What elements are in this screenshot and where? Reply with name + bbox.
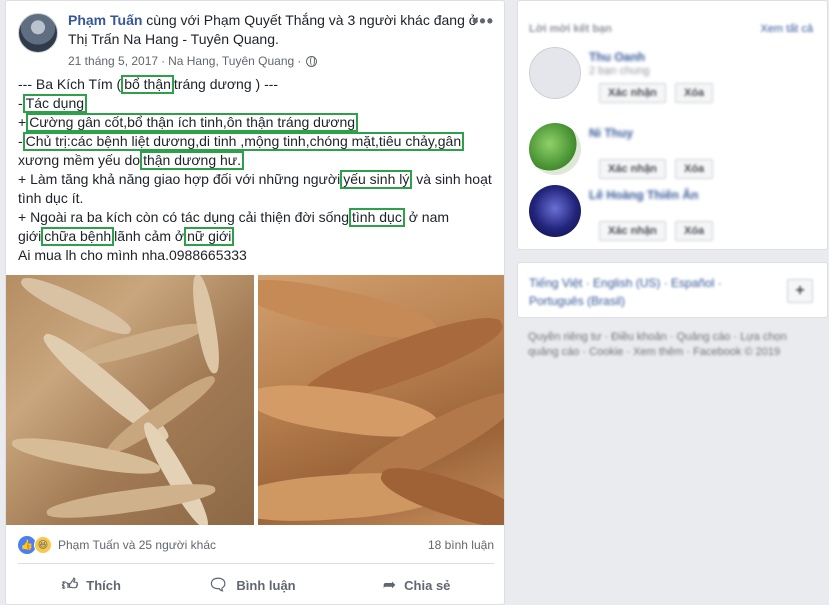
highlight-box: yếu sinh lý — [340, 170, 413, 189]
highlight-box: Chủ trị:các bệnh liệt dương,di tinh ,mộn… — [22, 132, 465, 151]
reactions-summary[interactable]: 👍 😆 Phạm Tuấn và 25 người khác — [18, 536, 216, 554]
post-card: Phạm Tuấn cùng với Phạm Quyết Thắng và 3… — [5, 0, 505, 605]
post-meta: 21 tháng 5, 2017 · Na Hang, Tuyên Quang … — [68, 54, 318, 68]
delete-button[interactable]: Xóa — [675, 221, 714, 241]
friend-avatar[interactable] — [529, 47, 581, 99]
divider — [18, 563, 494, 564]
see-all-link[interactable]: Xem tất cả — [760, 23, 813, 35]
author-avatar[interactable] — [18, 13, 58, 53]
post-location[interactable]: Na Hang, Tuyên Quang — [168, 54, 294, 68]
comment-button[interactable]: 🗨︎ Bình luận — [190, 567, 314, 603]
post-line: + Cường gân cốt,bổ thận ích tinh,ôn thận … — [18, 113, 498, 132]
confirm-button[interactable]: Xác nhận — [599, 159, 666, 179]
comments-count[interactable]: 18 bình luận — [428, 538, 494, 552]
delete-button[interactable]: Xóa — [675, 83, 714, 103]
friend-request-item: Lê Hoàng Thiên Ân Xác nhận Xóa — [529, 185, 819, 245]
speech-bubble-icon: 🗨︎ — [208, 577, 229, 594]
friend-requests-title: Lời mời kết bạn — [529, 23, 612, 35]
haha-reaction-icon: 😆 — [34, 536, 52, 554]
language-card: Tiếng Việt · English (US) · Español · Po… — [517, 262, 828, 318]
photo-roots-2[interactable] — [258, 275, 504, 525]
friend-avatar[interactable] — [529, 123, 581, 175]
author-name-link[interactable]: Phạm Tuấn — [68, 12, 142, 28]
highlight-box: nữ giới — [184, 227, 235, 246]
thumbs-up-icon: 👍︎ — [61, 576, 79, 594]
friend-requests-card: Lời mời kết bạn Xem tất cả Thu Oanh 2 bạ… — [517, 0, 828, 250]
post-line: + Ngoài ra ba kích còn có tác dụng cải t… — [18, 208, 450, 227]
confirm-button[interactable]: Xác nhận — [599, 83, 666, 103]
friend-name[interactable]: Lê Hoàng Thiên Ân — [589, 188, 698, 202]
post-line: tình dục ít. — [18, 190, 84, 206]
highlight-box: chữa bệnh — [41, 227, 115, 246]
friend-avatar[interactable] — [529, 185, 581, 237]
share-arrow-icon: ➦ — [382, 577, 397, 594]
like-button[interactable]: 👍︎ Thích — [44, 567, 139, 603]
post-line: + Làm tăng khả năng giao hợp đối với nhữ… — [18, 170, 492, 189]
highlight-box: Tác dụng — [22, 94, 88, 113]
reactions-bar: 👍 😆 Phạm Tuấn và 25 người khác 18 bình l… — [18, 533, 494, 557]
highlight-box: Cường gân cốt,bổ thận ích tinh,ôn thận t… — [26, 113, 359, 132]
delete-button[interactable]: Xóa — [675, 159, 714, 179]
highlight-box: bổ thận — [121, 75, 174, 94]
post-body: --- Ba Kích Tím (bổ thận tráng dương ) --… — [18, 75, 498, 265]
highlight-box: thận dương hư. — [140, 151, 245, 170]
photo-roots-1[interactable] — [6, 275, 254, 525]
post-line: giới chữa bệnh lãnh cảm ở nữ giới — [18, 227, 498, 246]
post-line: Ai mua lh cho mình nha.0988665333 — [18, 247, 247, 263]
friend-request-item: Thu Oanh 2 bạn chung Xác nhận Xóa — [529, 47, 819, 107]
post-photos — [6, 275, 504, 525]
post-header-text: Phạm Tuấn cùng với Phạm Quyết Thắng và 3… — [68, 11, 478, 49]
friend-request-item: Ni Thuy Xác nhận Xóa — [529, 123, 819, 183]
highlight-box: tình dục — [349, 208, 405, 227]
post-actions: 👍︎ Thích 🗨︎ Bình luận ➦ Chia sẻ — [18, 567, 494, 603]
add-language-button[interactable]: + — [787, 279, 813, 303]
footer-links[interactable]: Quyền riêng tư · Điều khoản · Quảng cáo … — [528, 330, 788, 360]
friend-name[interactable]: Thu Oanh — [589, 50, 645, 64]
globe-icon[interactable] — [306, 55, 318, 67]
post-line: --- Ba Kích Tím (bổ thận tráng dương ) --… — [18, 75, 279, 94]
more-dots-icon: ••• — [472, 11, 494, 31]
more-options-button[interactable]: ••• — [472, 12, 494, 30]
post-line: - Chủ trị:các bệnh liệt dương,di tinh ,mộ… — [18, 132, 498, 151]
mutual-friends: 2 bạn chung — [589, 65, 650, 77]
share-button[interactable]: ➦ Chia sẻ — [365, 567, 469, 603]
language-links[interactable]: Tiếng Việt · English (US) · Español · Po… — [529, 274, 779, 310]
post-header: Phạm Tuấn cùng với Phạm Quyết Thắng và 3… — [18, 11, 494, 73]
reactions-text[interactable]: Phạm Tuấn và 25 người khác — [58, 538, 216, 552]
post-date-link[interactable]: 21 tháng 5, 2017 — [68, 54, 158, 68]
confirm-button[interactable]: Xác nhận — [599, 221, 666, 241]
post-line: - Tác dụng — [18, 94, 498, 113]
friend-name[interactable]: Ni Thuy — [589, 126, 633, 140]
post-line: xương mềm yếu do thận dương hư. — [18, 151, 498, 170]
